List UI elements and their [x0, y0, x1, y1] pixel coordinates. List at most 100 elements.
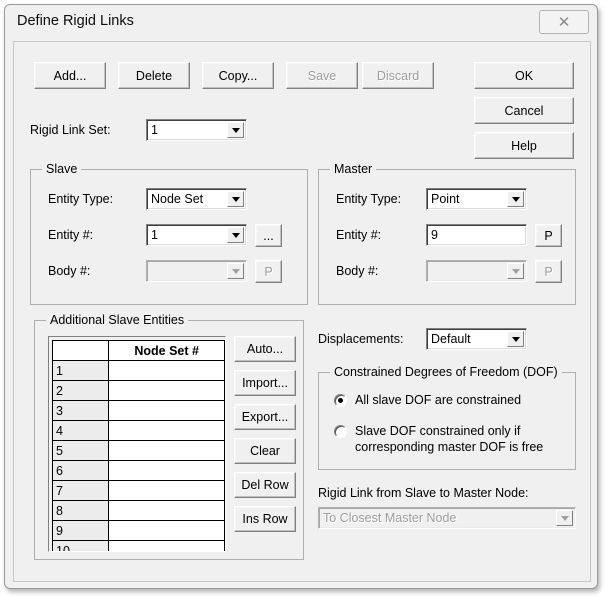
slave-entity-type-value: Node Set: [151, 192, 204, 206]
table-row[interactable]: 3: [51, 400, 225, 421]
delete-button[interactable]: Delete: [118, 62, 190, 89]
copy-button[interactable]: Copy...: [202, 62, 274, 89]
table-row-index: 6: [51, 460, 110, 481]
slave-entity-num-value: 1: [151, 228, 158, 242]
slave-entity-num-combo[interactable]: 1: [146, 224, 247, 246]
dialog-client-area: Add... Delete Copy... Save Discard OK Ca…: [13, 41, 591, 582]
table-row-index: 1: [51, 360, 110, 381]
table-row[interactable]: 5: [51, 440, 225, 461]
chevron-down-icon[interactable]: [227, 122, 244, 138]
table-row[interactable]: 2: [51, 380, 225, 401]
radio-unselected-icon[interactable]: [334, 425, 347, 438]
table-row[interactable]: 10: [51, 540, 225, 551]
slave-entity-type-combo[interactable]: Node Set: [146, 188, 247, 210]
radio-all-slave-dof[interactable]: All slave DOF are constrained: [334, 392, 564, 410]
table-cell-node-set[interactable]: [108, 420, 225, 441]
master-group-title: Master: [330, 162, 377, 176]
chevron-down-icon[interactable]: [227, 263, 244, 279]
master-body-num-combo[interactable]: [426, 260, 527, 282]
master-entity-type-combo[interactable]: Point: [426, 188, 527, 210]
radio-conditional-dof[interactable]: Slave DOF constrained only if correspond…: [334, 423, 564, 457]
rigid-link-node-combo[interactable]: To Closest Master Node: [318, 507, 576, 529]
table-header-row: Node Set #: [51, 340, 225, 361]
table-row[interactable]: 6: [51, 460, 225, 481]
dialog-window: Define Rigid Links ✕ Add... Delete Copy.…: [4, 4, 598, 589]
table-row-index: 4: [51, 420, 110, 441]
table-cell-node-set[interactable]: [108, 440, 225, 461]
master-body-num-value: [431, 261, 504, 281]
slave-entity-type-label: Entity Type:: [48, 192, 114, 206]
additional-slave-entities-title: Additional Slave Entities: [46, 313, 189, 327]
title-bar: Define Rigid Links ✕: [5, 5, 597, 41]
ins-row-button[interactable]: Ins Row: [234, 506, 296, 532]
master-entity-type-label: Entity Type:: [336, 192, 402, 206]
slave-entity-pick-button[interactable]: ...: [255, 224, 282, 247]
table-row[interactable]: 9: [51, 520, 225, 541]
table-row-index: 8: [51, 500, 110, 521]
table-row[interactable]: 8: [51, 500, 225, 521]
dialog-title: Define Rigid Links: [17, 13, 134, 29]
master-entity-num-label: Entity #:: [336, 228, 382, 242]
table-row-index: 9: [51, 520, 110, 541]
save-button[interactable]: Save: [286, 62, 358, 89]
slave-body-num-value: [151, 261, 224, 281]
help-button[interactable]: Help: [474, 132, 574, 159]
additional-slave-entities-table-wrap[interactable]: Node Set # 1 2 3 4 5 6 7 8 9 10: [48, 336, 226, 552]
auto-button[interactable]: Auto...: [234, 336, 296, 362]
ok-button[interactable]: OK: [474, 62, 574, 89]
rigid-link-set-label: Rigid Link Set:: [30, 123, 111, 137]
slave-entity-num-label: Entity #:: [48, 228, 94, 242]
table-cell-node-set[interactable]: [108, 460, 225, 481]
chevron-down-icon[interactable]: [556, 510, 573, 526]
slave-body-pick-button[interactable]: P: [255, 260, 282, 283]
table-row-index: 2: [51, 380, 110, 401]
dof-group-title: Constrained Degrees of Freedom (DOF): [330, 365, 562, 379]
export-button[interactable]: Export...: [234, 404, 296, 430]
table-cell-node-set[interactable]: [108, 520, 225, 541]
table-cell-node-set[interactable]: [108, 400, 225, 421]
table-row[interactable]: 7: [51, 480, 225, 501]
import-button[interactable]: Import...: [234, 370, 296, 396]
radio-all-slave-dof-label: All slave DOF are constrained: [355, 393, 522, 407]
master-entity-pick-button[interactable]: P: [535, 224, 562, 247]
rigid-link-set-combo[interactable]: 1: [146, 119, 247, 141]
table-cell-node-set[interactable]: [108, 540, 225, 551]
close-button[interactable]: ✕: [539, 10, 589, 34]
chevron-down-icon[interactable]: [507, 191, 524, 207]
master-body-pick-button[interactable]: P: [535, 260, 562, 283]
rigid-link-node-value: To Closest Master Node: [323, 511, 457, 525]
table-row[interactable]: 1: [51, 360, 225, 381]
slave-body-num-combo[interactable]: [146, 260, 247, 282]
discard-button[interactable]: Discard: [362, 62, 434, 89]
radio-selected-icon[interactable]: [334, 394, 347, 407]
additional-slave-entities-table: Node Set # 1 2 3 4 5 6 7 8 9 10: [51, 340, 225, 551]
table-cell-node-set[interactable]: [108, 360, 225, 381]
add-button[interactable]: Add...: [34, 62, 106, 89]
displacements-combo[interactable]: Default: [426, 328, 527, 350]
table-row[interactable]: 4: [51, 420, 225, 441]
table-cell-node-set[interactable]: [108, 480, 225, 501]
table-corner-cell: [51, 340, 110, 361]
radio-conditional-dof-label-line2: corresponding master DOF is free: [355, 440, 544, 454]
del-row-button[interactable]: Del Row: [234, 472, 296, 498]
cancel-button[interactable]: Cancel: [474, 97, 574, 124]
master-entity-type-value: Point: [431, 192, 460, 206]
table-column-header: Node Set #: [108, 340, 225, 361]
displacements-value: Default: [431, 332, 471, 346]
master-entity-num-input[interactable]: 9: [426, 224, 527, 246]
clear-button[interactable]: Clear: [234, 438, 296, 464]
table-cell-node-set[interactable]: [108, 380, 225, 401]
rigid-link-set-value: 1: [151, 123, 158, 137]
chevron-down-icon[interactable]: [507, 331, 524, 347]
table-row-index: 7: [51, 480, 110, 501]
table-row-index: 3: [51, 400, 110, 421]
chevron-down-icon[interactable]: [507, 263, 524, 279]
table-cell-node-set[interactable]: [108, 500, 225, 521]
chevron-down-icon[interactable]: [227, 227, 244, 243]
table-row-index: 10: [51, 540, 110, 551]
table-body: 1 2 3 4 5 6 7 8 9 10: [51, 360, 225, 551]
displacements-label: Displacements:: [318, 332, 404, 346]
radio-conditional-dof-label-line1: Slave DOF constrained only if: [355, 424, 521, 438]
chevron-down-icon[interactable]: [227, 191, 244, 207]
rigid-link-node-label: Rigid Link from Slave to Master Node:: [318, 486, 529, 500]
